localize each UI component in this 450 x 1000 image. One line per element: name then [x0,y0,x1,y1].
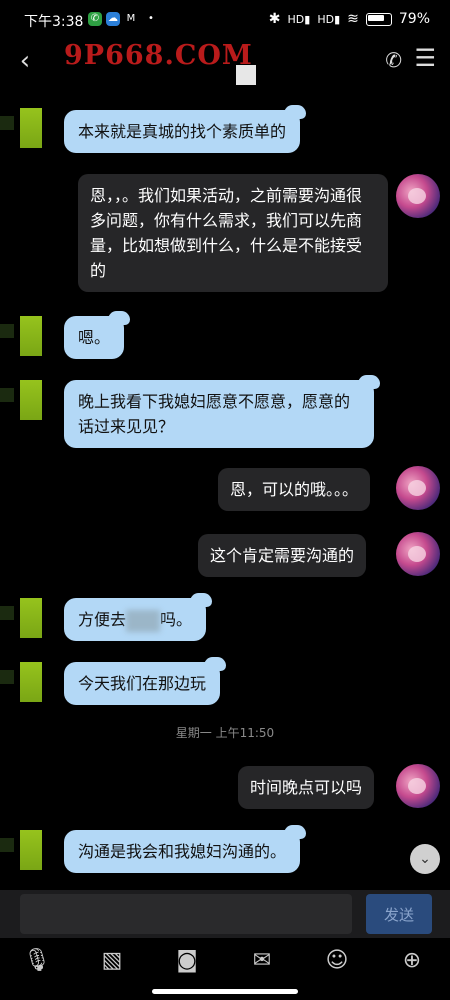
wifi-icon: ≋ [347,11,359,27]
battery-percent: 79% [398,11,430,27]
status-time: 下午3:38 [24,14,84,30]
signal-label: HD [287,12,305,26]
input-toolbar: 🎙 ▧ ◙ ✉ ☺ ⊕ [0,938,450,982]
red-packet-icon[interactable]: ✉ [247,946,277,976]
contact-avatar[interactable] [0,598,42,638]
chevron-down-icon: ⌄ [419,851,431,867]
phone-app-icon: ✆ [88,12,102,26]
scroll-to-bottom-button[interactable]: ⌄ [410,844,440,874]
message-text-after: 吗。 [160,610,193,629]
my-avatar[interactable] [396,466,440,510]
microphone-icon[interactable]: 🎙 [22,946,52,976]
outgoing-bubble[interactable]: 恩，，。我们如果活动，之前需要沟通很多问题，你有什么需求，我们可以先商量，比如想… [78,174,388,292]
incoming-bubble[interactable]: 本来就是真城的找个素质单的 [64,105,307,153]
signal-label-2: HD [317,12,335,26]
my-avatar[interactable] [396,532,440,576]
back-button[interactable]: ‹ [10,46,40,78]
outgoing-bubble[interactable]: 时间晚点可以吗 [238,766,375,809]
placeholder-square [236,65,256,85]
message-input[interactable] [20,894,352,934]
message-list[interactable]: 本来就是真城的找个素质单的 恩，，。我们如果活动，之前需要沟通很多问题，你有什么… [0,88,450,888]
input-bar: 发送 [0,890,450,938]
bluetooth-icon: ✱ [268,11,281,27]
home-indicator[interactable] [152,989,298,994]
timestamp-divider: 星期一 上午11:50 [175,726,275,740]
outgoing-bubble[interactable]: 这个肯定需要沟通的 [198,534,367,577]
contact-avatar[interactable] [0,108,42,148]
phone-icon: ✆ [385,48,402,72]
signal-icon: HD▮ [287,12,311,26]
send-button[interactable]: 发送 [366,894,432,934]
contact-avatar[interactable] [0,830,42,870]
menu-button[interactable]: ☰ [414,44,436,72]
battery-icon [365,12,392,26]
chat-title: 9P668.COM [64,40,253,71]
call-button[interactable]: ✆ [385,48,402,72]
status-bar: 下午3:38 ✆ ☁ M • ✱ HD▮ HD▮ ≋ 79% [0,0,450,38]
dot-icon: • [148,13,154,24]
contact-avatar[interactable] [0,662,42,702]
contact-avatar[interactable] [0,316,42,356]
image-icon[interactable]: ▧ [97,946,127,976]
message-text-before: 方便去 [78,610,127,629]
incoming-bubble[interactable]: 晚上我看下我媳妇愿意不愿意，愿意的话过来见见？ [64,375,380,448]
plus-icon[interactable]: ⊕ [397,946,427,976]
my-avatar[interactable] [396,174,440,218]
chat-header: ‹ 9P668.COM ✆ ☰ [0,38,450,88]
chevron-left-icon: ‹ [19,46,31,76]
incoming-bubble[interactable]: 今天我们在那边玩 [64,657,227,705]
signal-icon-2: HD▮ [317,12,341,26]
hamburger-icon: ☰ [414,44,436,72]
emoji-icon[interactable]: ☺ [322,946,352,976]
redacted-text [126,609,161,632]
mail-app-icon: M [126,13,136,24]
cloud-app-icon: ☁ [106,12,120,26]
my-avatar[interactable] [396,764,440,808]
camera-icon[interactable]: ◙ [172,946,202,976]
contact-avatar[interactable] [0,380,42,420]
incoming-bubble[interactable]: 沟通是我会和我媳妇沟通的。 [64,825,307,873]
incoming-bubble[interactable]: 嗯。 [64,311,131,359]
incoming-bubble[interactable]: 方便去 吗。 [64,593,213,641]
outgoing-bubble[interactable]: 恩，可以的哦。。。 [218,468,371,511]
